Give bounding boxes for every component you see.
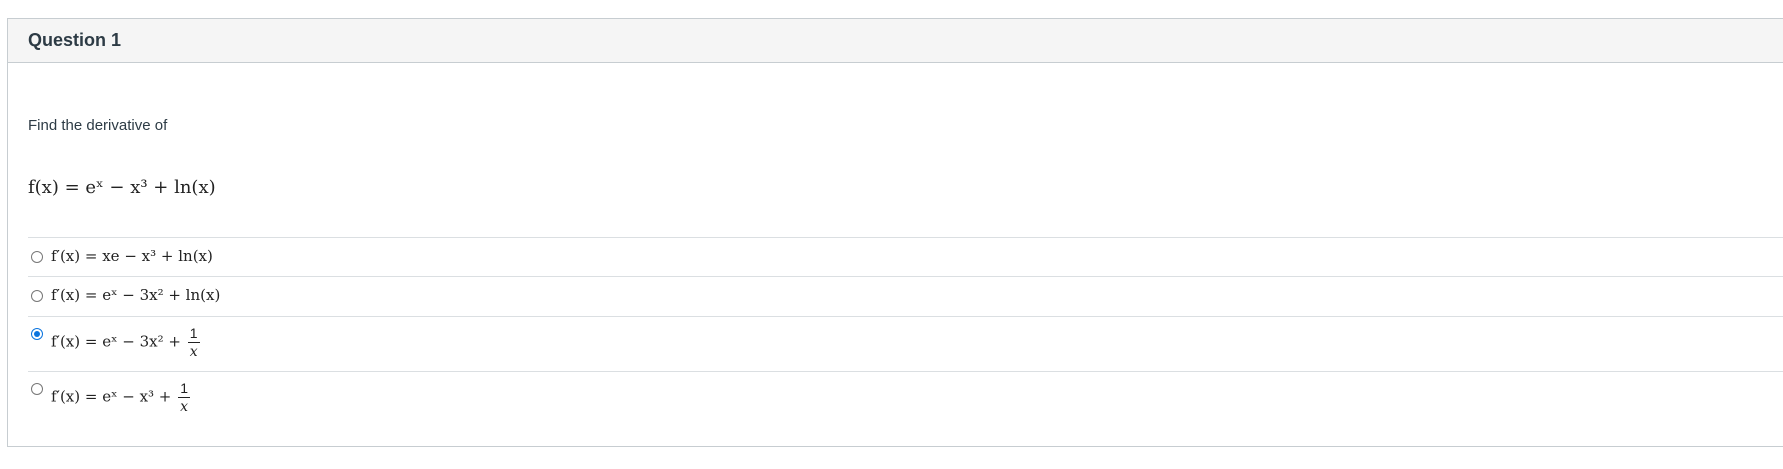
answer-label-1: f′(x) = xe − x³ + ln(x) [51,247,213,265]
answer-option-1[interactable]: f′(x) = xe − x³ + ln(x) [28,237,1783,276]
radio-button-4[interactable] [31,383,43,395]
answer-option-3[interactable]: f′(x) = eˣ − 3x² + 1 x [28,316,1783,371]
fraction-denominator: x [180,399,189,415]
answer-label-2: f′(x) = eˣ − 3x² + ln(x) [51,286,221,304]
answer-list: f′(x) = xe − x³ + ln(x) f′(x) = eˣ − 3x²… [28,237,1783,426]
answer-option-4[interactable]: f′(x) = eˣ − x³ + 1 x [28,371,1783,426]
radio-button-3[interactable] [31,328,43,340]
answer-label-4: f′(x) = eˣ − x³ + 1 x [51,379,191,416]
answer-3-prefix: f′(x) = eˣ − 3x² + [51,332,181,351]
answer-4-prefix: f′(x) = eˣ − x³ + [51,387,172,406]
fraction-numerator: 1 [178,379,191,398]
fraction-numerator: 1 [187,324,200,343]
question-card: Question 1 Find the derivative of f(x) =… [7,18,1783,447]
question-title: Question 1 [28,30,122,50]
given-function: f(x) = eˣ − x³ + ln(x) [28,177,216,198]
question-prompt: Find the derivative of [28,117,168,134]
question-header: Question 1 [8,19,1783,63]
radio-button-2[interactable] [31,290,43,302]
fraction: 1 x [187,324,200,361]
answer-option-2[interactable]: f′(x) = eˣ − 3x² + ln(x) [28,276,1783,316]
answer-label-3: f′(x) = eˣ − 3x² + 1 x [51,324,200,361]
radio-button-1[interactable] [31,251,43,263]
fraction-denominator: x [189,344,198,360]
given-function-text: f(x) = eˣ − x³ + ln(x) [28,177,216,198]
fraction: 1 x [178,379,191,416]
